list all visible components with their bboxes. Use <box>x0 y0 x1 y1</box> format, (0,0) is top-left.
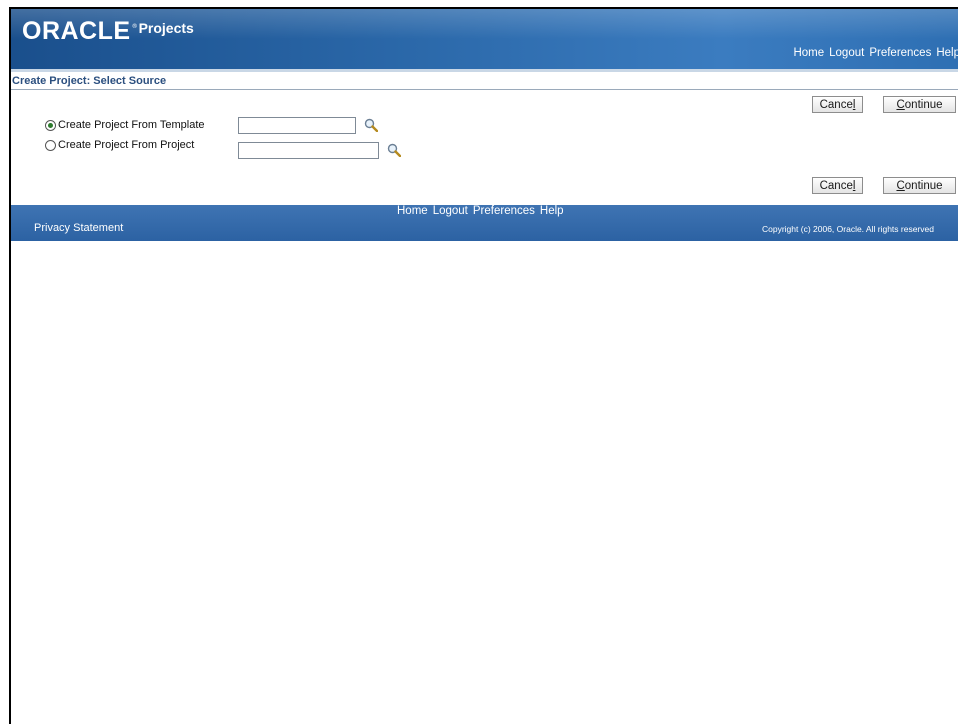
global-links: Home Logout Preferences Help <box>793 47 958 59</box>
registered-mark: ® <box>131 23 138 30</box>
copyright-text: Copyright (c) 2006, Oracle. All rights r… <box>762 224 934 234</box>
search-icon[interactable] <box>387 143 401 157</box>
branding-header: ORACLE ® Projects Home Logout Preference… <box>11 9 958 69</box>
cancel-button-bottom[interactable]: Cance l <box>812 177 863 194</box>
footer-link-home[interactable]: Home <box>397 205 428 217</box>
footer-link-help[interactable]: Help <box>540 205 564 217</box>
continue-button-top[interactable]: Continue <box>883 96 956 113</box>
footer-link-preferences[interactable]: Preferences <box>473 205 535 217</box>
option-from-template: Create Project From Template <box>45 119 205 131</box>
page-title: Create Project: Select Source <box>12 75 167 87</box>
global-link-help[interactable]: Help <box>936 47 958 59</box>
template-input[interactable] <box>238 117 356 134</box>
search-icon[interactable] <box>364 118 378 132</box>
option-from-template-label: Create Project From Template <box>58 119 205 131</box>
footer-link-logout[interactable]: Logout <box>433 205 468 217</box>
global-link-preferences[interactable]: Preferences <box>869 47 931 59</box>
radio-from-project[interactable] <box>45 139 56 151</box>
product-name: Projects <box>138 20 194 36</box>
header-divider <box>11 69 958 72</box>
page-footer: Home Logout Preferences Help Privacy Sta… <box>11 205 958 241</box>
radio-from-template[interactable] <box>45 119 56 131</box>
project-input[interactable] <box>238 142 379 159</box>
logo-wordmark: ORACLE <box>22 17 131 45</box>
privacy-statement-link[interactable]: Privacy Statement <box>34 222 123 234</box>
option-from-project: Create Project From Project <box>45 139 194 151</box>
page: { "header": { "logo_text": "ORACLE", "lo… <box>0 0 958 724</box>
continue-button-bottom[interactable]: Continue <box>883 177 956 194</box>
global-link-home[interactable]: Home <box>793 47 824 59</box>
oracle-projects-logo: ORACLE ® Projects <box>22 19 194 44</box>
footer-links: Home Logout Preferences Help <box>397 205 564 217</box>
browser-content: ORACLE ® Projects Home Logout Preference… <box>9 7 958 724</box>
cancel-button-top[interactable]: Cance l <box>812 96 863 113</box>
option-from-project-label: Create Project From Project <box>58 139 195 151</box>
title-divider <box>11 89 958 90</box>
global-link-logout[interactable]: Logout <box>829 47 864 59</box>
